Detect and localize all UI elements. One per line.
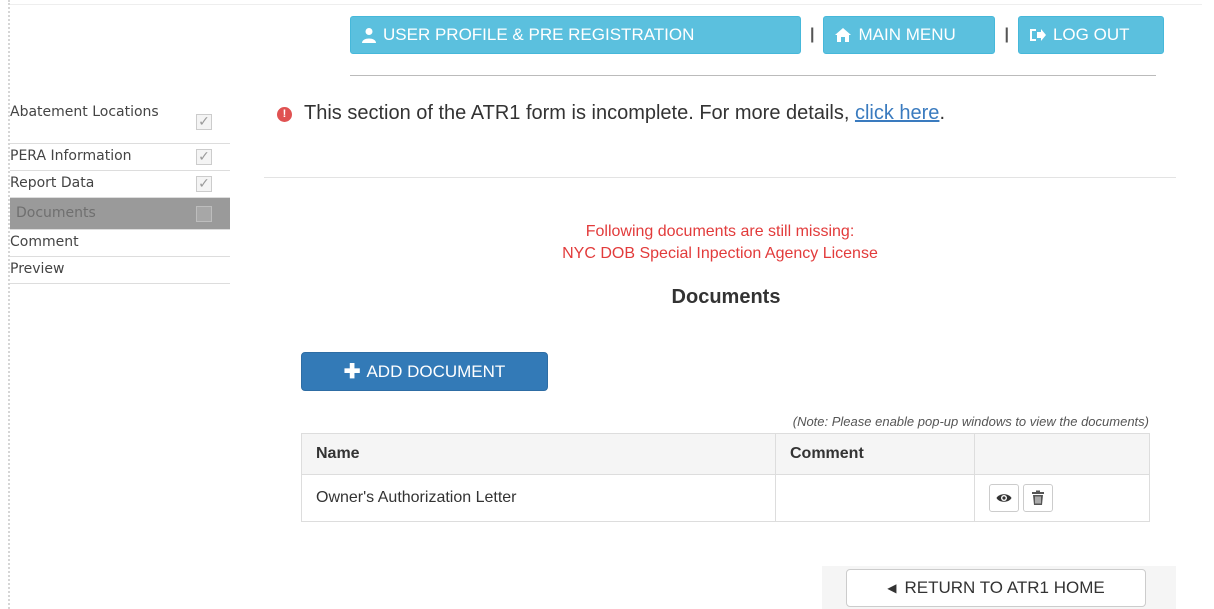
checkbox-empty-icon bbox=[196, 205, 212, 222]
add-document-button[interactable]: ✚ ADD DOCUMENT bbox=[301, 352, 548, 391]
sidebar-item-documents[interactable]: Documents bbox=[10, 198, 230, 230]
checkbox-checked-icon: ✓ bbox=[196, 176, 212, 192]
home-icon bbox=[835, 28, 852, 42]
user-profile-button[interactable]: USER PROFILE & PRE REGISTRATION bbox=[350, 16, 801, 54]
main-menu-button[interactable]: MAIN MENU bbox=[823, 16, 996, 54]
sidebar: Abatement Locations ✓ PERA Information ✓… bbox=[10, 100, 230, 284]
caret-left-icon: ◀ bbox=[887, 581, 897, 595]
sidebar-item-label: Comment bbox=[10, 234, 79, 250]
top-divider bbox=[10, 4, 1202, 5]
add-document-label: ADD DOCUMENT bbox=[366, 361, 506, 381]
incomplete-warning: ! This section of the ATR1 form is incomp… bbox=[277, 100, 1167, 127]
logout-icon bbox=[1029, 29, 1046, 41]
logout-label: LOG OUT bbox=[1052, 25, 1130, 44]
document-comment-cell bbox=[775, 474, 975, 522]
eye-icon bbox=[996, 494, 1012, 502]
popup-note: (Note: Please enable pop-up windows to v… bbox=[792, 414, 1149, 429]
warning-text: This section of the ATR1 form is incompl… bbox=[304, 102, 855, 124]
logout-button[interactable]: LOG OUT bbox=[1017, 16, 1164, 54]
missing-documents-message: Following documents are still missing: N… bbox=[264, 221, 1176, 265]
missing-document-item: NYC DOB Special Inpection Agency License bbox=[562, 245, 878, 262]
document-actions-cell bbox=[974, 474, 1150, 522]
nav-separator: | bbox=[810, 26, 815, 43]
return-to-atr1-home-button[interactable]: ◀ RETURN TO ATR1 HOME bbox=[846, 569, 1146, 607]
delete-document-button[interactable] bbox=[1023, 484, 1053, 512]
sidebar-item-comment[interactable]: Comment bbox=[10, 230, 230, 257]
column-header-comment: Comment bbox=[775, 433, 975, 475]
sidebar-item-label: Preview bbox=[10, 261, 65, 277]
main-menu-label: MAIN MENU bbox=[858, 25, 956, 44]
checkbox-checked-icon: ✓ bbox=[196, 149, 212, 165]
alert-icon: ! bbox=[277, 107, 292, 122]
sidebar-item-abatement-locations[interactable]: Abatement Locations ✓ bbox=[10, 100, 230, 144]
return-label: RETURN TO ATR1 HOME bbox=[904, 578, 1105, 597]
column-header-name: Name bbox=[301, 433, 776, 475]
table-header-row: Name Comment bbox=[301, 433, 1150, 475]
document-name-cell: Owner's Authorization Letter bbox=[301, 474, 776, 522]
missing-documents-heading: Following documents are still missing: bbox=[585, 223, 855, 240]
sidebar-item-label: PERA Information bbox=[10, 148, 132, 164]
sidebar-item-label: Abatement Locations bbox=[10, 104, 159, 120]
sidebar-item-label: Report Data bbox=[10, 175, 95, 191]
table-row: Owner's Authorization Letter bbox=[301, 474, 1150, 522]
sidebar-item-preview[interactable]: Preview bbox=[10, 257, 230, 284]
view-document-button[interactable] bbox=[989, 484, 1019, 512]
page-left-border bbox=[0, 0, 10, 609]
documents-table: Name Comment Owner's Authorization Lette… bbox=[301, 433, 1150, 522]
warning-suffix: . bbox=[939, 102, 945, 124]
plus-icon: ✚ bbox=[343, 361, 361, 383]
nav-separator: | bbox=[1004, 26, 1009, 43]
click-here-link[interactable]: click here bbox=[855, 102, 939, 124]
checkbox-checked-icon: ✓ bbox=[196, 113, 212, 130]
trash-icon bbox=[1032, 490, 1044, 505]
sidebar-item-pera-information[interactable]: PERA Information ✓ bbox=[10, 144, 230, 171]
user-profile-label: USER PROFILE & PRE REGISTRATION bbox=[383, 25, 695, 44]
user-icon bbox=[362, 28, 376, 43]
documents-title: Documents bbox=[671, 286, 781, 308]
section-divider bbox=[264, 177, 1176, 178]
top-nav: USER PROFILE & PRE REGISTRATION | MAIN M… bbox=[350, 16, 1164, 54]
sidebar-item-label: Documents bbox=[16, 205, 96, 221]
nav-divider bbox=[350, 75, 1156, 76]
sidebar-item-report-data[interactable]: Report Data ✓ bbox=[10, 171, 230, 198]
column-header-actions bbox=[974, 433, 1150, 475]
